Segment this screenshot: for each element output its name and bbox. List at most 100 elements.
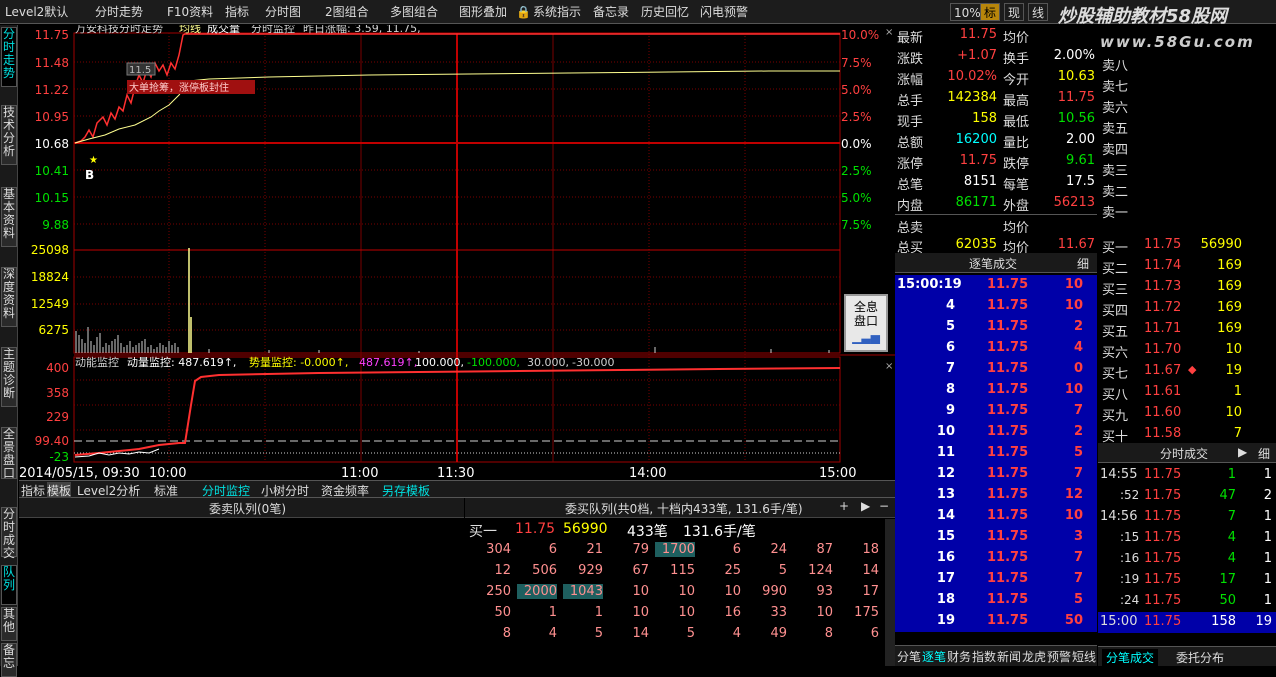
queue-cell: 1 bbox=[594, 605, 603, 620]
quote-value: 11.75 bbox=[959, 27, 997, 42]
btab-save-template[interactable]: 另存模板 bbox=[382, 482, 430, 499]
fs-panel-title: 分时成交 bbox=[1160, 447, 1209, 461]
tab-standard[interactable]: 标 bbox=[980, 3, 1001, 21]
fs-count: 1 bbox=[1263, 509, 1272, 524]
btab-indicator[interactable]: 指标 bbox=[21, 482, 45, 499]
toolbar-item-alert[interactable]: 闪电预警 bbox=[697, 3, 751, 21]
tick-footer-tab[interactable]: 财务 bbox=[947, 648, 971, 665]
queue-row: 250 2000 1043 10 10 10 990 93 17 bbox=[465, 582, 885, 603]
buy-level-price: 11.60 bbox=[1144, 405, 1182, 420]
tick-footer-tab[interactable]: 指数 bbox=[972, 648, 996, 665]
quote-row: 最新 11.75 均价 bbox=[895, 25, 1097, 46]
fs-count: 1 bbox=[1263, 530, 1272, 545]
vtab-basic[interactable]: 基本资料 bbox=[1, 187, 17, 247]
fs-volume: 1 bbox=[1227, 467, 1236, 482]
vtab-technical[interactable]: 技术分析 bbox=[1, 105, 17, 165]
quote-label: 总额 bbox=[897, 136, 924, 151]
fs-time: :24 bbox=[1120, 593, 1140, 607]
tick-price: 11.75 bbox=[987, 277, 1029, 292]
fs-count: 1 bbox=[1263, 551, 1272, 566]
toolbar-item-overlay[interactable]: 图形叠加 bbox=[456, 3, 510, 21]
close-indicator-icon[interactable]: × bbox=[885, 361, 893, 372]
tick-volume: 5 bbox=[1073, 592, 1083, 607]
tab-line[interactable]: 线 bbox=[1028, 3, 1049, 21]
btab-template[interactable]: 模板 bbox=[47, 482, 72, 499]
fs-row: 15:00 11.75 158 19 bbox=[1098, 612, 1276, 633]
tick-time: 14 bbox=[936, 508, 955, 523]
sell-level-row: 卖一 bbox=[1098, 200, 1276, 221]
buy-level-volume: 10 bbox=[1225, 405, 1242, 420]
queue-scrollbar[interactable] bbox=[885, 519, 895, 666]
queue-cell: 14 bbox=[862, 563, 879, 578]
vtab-memo[interactable]: 备忘 bbox=[1, 643, 17, 677]
toolbar-item-2chart[interactable]: 2图组合 bbox=[322, 3, 372, 21]
tick-footer-tab[interactable]: 龙虎 bbox=[1022, 648, 1046, 665]
quote-row: 现手 158 最低 10.56 bbox=[895, 109, 1097, 130]
queue-cell: 6 bbox=[870, 626, 879, 641]
tick-volume: 2 bbox=[1073, 319, 1083, 334]
tick-row: 18 11.75 5 bbox=[895, 590, 1097, 611]
btab-standard[interactable]: 标准 bbox=[154, 482, 178, 499]
close-chart-icon[interactable]: × bbox=[885, 27, 893, 38]
btab-fund-freq[interactable]: 资金频率 bbox=[321, 482, 369, 499]
tick-footer-tab[interactable]: 预警 bbox=[1047, 648, 1071, 665]
toolbar-item-level2[interactable]: Level2默认 bbox=[2, 3, 71, 21]
ind-tick: 358 bbox=[46, 386, 69, 400]
play-icon[interactable]: ▶ bbox=[1238, 445, 1247, 459]
queue-cell: 124 bbox=[808, 563, 833, 578]
price-tick: 11.22 bbox=[35, 83, 69, 97]
legend-avg[interactable]: 均线 bbox=[179, 25, 201, 35]
vtab-timeshare[interactable]: 分时走势 bbox=[1, 27, 17, 87]
tick-volume: 12 bbox=[1064, 487, 1083, 502]
buy-level-row: 买十 11.58 7 bbox=[1098, 424, 1276, 445]
minus-icon[interactable]: − bbox=[879, 499, 889, 513]
tab-order-dist[interactable]: 委托分布 bbox=[1176, 649, 1224, 666]
quote-row: 总手 142384 最高 11.75 bbox=[895, 88, 1097, 109]
tick-price: 11.75 bbox=[987, 445, 1029, 460]
legend-monitor[interactable]: 分时监控 bbox=[251, 25, 295, 35]
quote-label2: 外盘 bbox=[1003, 199, 1030, 214]
vtab-theme[interactable]: 主题诊断 bbox=[1, 347, 17, 407]
tick-time: 10 bbox=[936, 424, 955, 439]
toolbar-item-indicator[interactable]: 指标 bbox=[222, 3, 252, 21]
toolbar-item-f10[interactable]: F10资料 bbox=[164, 3, 216, 21]
fs-count: 1 bbox=[1263, 467, 1272, 482]
toolbar-item-multichart[interactable]: 多图组合 bbox=[387, 3, 441, 21]
tick-footer-tab[interactable]: 短线 bbox=[1072, 648, 1096, 665]
fs-detail-button[interactable]: 细 bbox=[1258, 445, 1270, 462]
plus-icon[interactable]: + bbox=[839, 499, 849, 513]
tick-volume: 2 bbox=[1073, 424, 1083, 439]
btab-small-tree[interactable]: 小树分时 bbox=[261, 482, 309, 499]
ind-legend-3: 势量监控: -0.000↑, bbox=[249, 355, 348, 369]
legend-vol[interactable]: 成交量 bbox=[207, 25, 240, 35]
bar-chart-icon: ▁▃▅ bbox=[852, 330, 880, 344]
vtab-other[interactable]: 其他 bbox=[1, 607, 17, 641]
vtab-queue[interactable]: 队列 bbox=[1, 565, 17, 605]
vtab-deep[interactable]: 深度资料 bbox=[1, 267, 17, 327]
tick-price: 11.75 bbox=[987, 592, 1029, 607]
tick-footer-tab[interactable]: 逐笔 bbox=[922, 648, 946, 665]
vol-tick: 18824 bbox=[31, 270, 69, 284]
btab-monitor[interactable]: 分时监控 bbox=[202, 482, 250, 499]
tick-footer-tab[interactable]: 分笔 bbox=[897, 648, 921, 665]
toolbar-item-timeshare[interactable]: 分时走势 bbox=[92, 3, 146, 21]
tab-fs-trades[interactable]: 分笔成交 bbox=[1102, 649, 1159, 666]
toolbar-item-history[interactable]: 历史回忆 bbox=[638, 3, 692, 21]
diamond-icon: ◆ bbox=[1188, 363, 1197, 376]
panorama-button[interactable]: 全息盘口 ▁▃▅ bbox=[844, 294, 888, 352]
tab-current[interactable]: 现 bbox=[1004, 3, 1025, 21]
btab-level2[interactable]: Level2分析 bbox=[77, 482, 140, 499]
vtab-fs-trades[interactable]: 分时成交 bbox=[1, 507, 17, 560]
tick-time: 13 bbox=[936, 487, 955, 502]
toolbar-item-chart[interactable]: 分时图 bbox=[262, 3, 304, 21]
tick-footer-tab[interactable]: 新闻 bbox=[997, 648, 1021, 665]
vtab-panorama[interactable]: 全景盘口 bbox=[1, 427, 17, 480]
time-label: 11:30 bbox=[437, 466, 474, 480]
sell-level-row: 卖二 bbox=[1098, 179, 1276, 200]
tick-price: 11.75 bbox=[987, 487, 1029, 502]
toolbar-item-memo[interactable]: 备忘录 bbox=[590, 3, 632, 21]
play-icon[interactable]: ▶ bbox=[861, 499, 870, 513]
pct-tick: 0.0% bbox=[841, 137, 872, 151]
tick-detail-button[interactable]: 细 bbox=[1077, 255, 1089, 272]
toolbar-item-system[interactable]: 系统指示 bbox=[530, 3, 584, 21]
